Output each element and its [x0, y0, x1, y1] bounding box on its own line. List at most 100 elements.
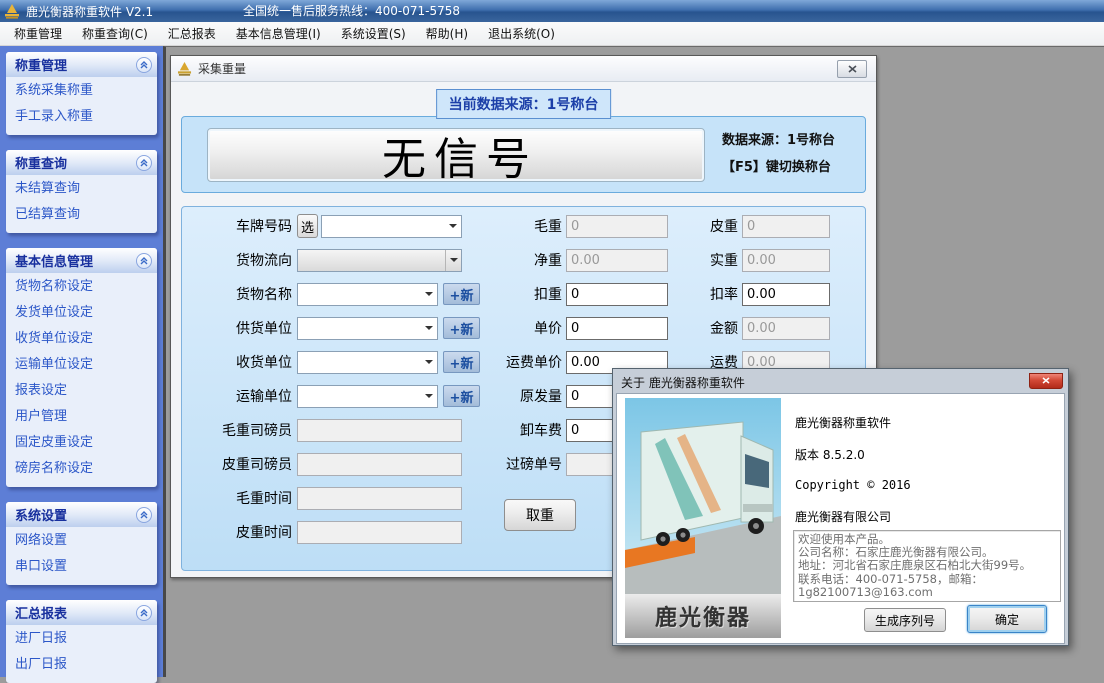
tare-operator-field[interactable]	[297, 453, 462, 476]
field-label: 皮重	[654, 216, 738, 236]
sidebar-group-header[interactable]: 汇总报表	[6, 600, 157, 625]
collapse-chevron-icon[interactable]	[136, 57, 152, 73]
capture-window-titlebar[interactable]: 采集重量	[171, 56, 876, 82]
close-icon[interactable]	[837, 60, 867, 78]
receiver-unit-combo[interactable]	[297, 351, 438, 374]
add-new-goods-button[interactable]: +新	[443, 283, 480, 305]
group-items: 网络设置 串口设置	[6, 527, 157, 585]
collapse-chevron-icon[interactable]	[136, 253, 152, 269]
sidebar-item-goods-name-setting[interactable]: 货物名称设定	[6, 274, 157, 300]
menu-item-system-setting[interactable]: 系统设置(S)	[331, 21, 416, 46]
sidebar-item-report-setting[interactable]: 报表设定	[6, 378, 157, 404]
form-row-transport-unit: 运输单位 +新	[188, 384, 480, 408]
unit-price-field[interactable]	[566, 317, 668, 340]
info-line: 1g82100713@163.com	[798, 586, 1056, 599]
deduct-rate-field[interactable]	[742, 283, 830, 306]
chevron-down-icon[interactable]	[445, 250, 461, 271]
field-label: 毛重	[478, 216, 562, 236]
goods-name-combo[interactable]	[297, 283, 438, 306]
form-row-gross-time: 毛重时间	[188, 486, 480, 510]
sidebar-item-inbound-daily-report[interactable]: 进厂日报	[6, 626, 157, 652]
menu-item-help[interactable]: 帮助(H)	[416, 21, 478, 46]
sidebar-group-basic-info: 基本信息管理 货物名称设定 发货单位设定 收货单位设定 运输单位设定 报表设定 …	[6, 248, 157, 487]
plate-number-combo[interactable]	[321, 215, 462, 238]
generate-serial-button[interactable]: 生成序列号	[864, 608, 946, 632]
sidebar-group-header[interactable]: 称重管理	[6, 52, 157, 77]
menu-item-summary-report[interactable]: 汇总报表	[158, 21, 226, 46]
ok-button[interactable]: 确定	[967, 605, 1047, 633]
transport-unit-combo[interactable]	[297, 385, 438, 408]
actual-weight-field[interactable]	[742, 249, 830, 272]
sidebar-group-header[interactable]: 系统设置	[6, 502, 157, 527]
sidebar-item-receiver-unit-setting[interactable]: 收货单位设定	[6, 326, 157, 352]
field-label: 扣率	[654, 284, 738, 304]
sidebar-group-weigh-manage: 称重管理 系统采集称重 手工录入称重	[6, 52, 157, 135]
close-icon[interactable]	[1029, 373, 1063, 389]
app-titlebar: 鹿光衡器称重软件 V2.1 全国统一售后服务热线：400-071-5758	[0, 0, 1104, 22]
add-new-receiver-button[interactable]: +新	[443, 351, 480, 373]
gross-time-field[interactable]	[297, 487, 462, 510]
collapse-chevron-icon[interactable]	[136, 605, 152, 621]
sidebar-item-sender-unit-setting[interactable]: 发货单位设定	[6, 300, 157, 326]
gross-weight-field[interactable]	[566, 215, 668, 238]
sidebar-item-serial-setting[interactable]: 串口设置	[6, 554, 157, 580]
group-title: 基本信息管理	[15, 251, 93, 270]
form-row-supplier-unit: 供货单位 +新	[188, 316, 480, 340]
group-title: 汇总报表	[15, 603, 67, 622]
menu-item-weigh-query[interactable]: 称重查询(C)	[72, 21, 158, 46]
supplier-unit-combo[interactable]	[297, 317, 438, 340]
sidebar-item-settled-query[interactable]: 已结算查询	[6, 202, 157, 228]
weight-display: 无信号	[207, 128, 705, 182]
hotline-text: 全国统一售后服务热线：400-071-5758	[243, 0, 460, 22]
menu-item-weigh-manage[interactable]: 称重管理	[4, 21, 72, 46]
sidebar-item-transport-unit-setting[interactable]: 运输单位设定	[6, 352, 157, 378]
chevron-down-icon[interactable]	[421, 386, 437, 407]
about-product-name: 鹿光衡器称重软件	[795, 414, 891, 431]
sidebar-item-network-setting[interactable]: 网络设置	[6, 528, 157, 554]
form-row-tare-operator: 皮重司磅员	[188, 452, 480, 476]
sidebar-item-scale-house-setting[interactable]: 磅房名称设定	[6, 456, 157, 482]
sidebar-item-manual-entry-weigh[interactable]: 手工录入称重	[6, 104, 157, 130]
net-weight-field[interactable]	[566, 249, 668, 272]
chevron-down-icon[interactable]	[445, 216, 461, 237]
add-new-supplier-button[interactable]: +新	[443, 317, 480, 339]
sidebar-item-user-manage[interactable]: 用户管理	[6, 404, 157, 430]
field-label: 实重	[654, 250, 738, 270]
app-logo-icon	[177, 62, 192, 76]
select-plate-button[interactable]: 选	[297, 214, 318, 238]
sidebar-item-unsettled-query[interactable]: 未结算查询	[6, 176, 157, 202]
amount-field[interactable]	[742, 317, 830, 340]
tare-weight-field[interactable]	[742, 215, 830, 238]
collapse-chevron-icon[interactable]	[136, 507, 152, 523]
tare-time-field[interactable]	[297, 521, 462, 544]
sidebar-group-system-setting: 系统设置 网络设置 串口设置	[6, 502, 157, 585]
sidebar-group-header[interactable]: 称重查询	[6, 150, 157, 175]
chevron-down-icon[interactable]	[421, 284, 437, 305]
sidebar-item-outbound-daily-report[interactable]: 出厂日报	[6, 652, 157, 678]
sidebar-group-weigh-query: 称重查询 未结算查询 已结算查询	[6, 150, 157, 233]
chevron-down-icon[interactable]	[421, 352, 437, 373]
sidebar-item-system-collect-weigh[interactable]: 系统采集称重	[6, 78, 157, 104]
field-label: 扣重	[478, 284, 562, 304]
switch-scale-hint: 【F5】键切换称台	[722, 154, 835, 181]
menu-item-exit[interactable]: 退出系统(O)	[478, 21, 565, 46]
field-label: 皮重时间	[188, 522, 292, 542]
sidebar-group-header[interactable]: 基本信息管理	[6, 248, 157, 273]
chevron-down-icon[interactable]	[421, 318, 437, 339]
form-row-deduct-weight: 扣重	[478, 282, 676, 306]
deduct-weight-field[interactable]	[566, 283, 668, 306]
sidebar-group-summary-report: 汇总报表 进厂日报 出厂日报	[6, 600, 157, 683]
about-info-box: 欢迎使用本产品。 公司名称：石家庄鹿光衡器有限公司。 地址：河北省石家庄鹿泉区石…	[793, 530, 1061, 602]
goods-flow-dropdown[interactable]	[297, 249, 462, 272]
gross-operator-field[interactable]	[297, 419, 462, 442]
take-weight-button[interactable]: 取重	[504, 499, 576, 531]
menu-item-basic-info[interactable]: 基本信息管理(I)	[226, 21, 331, 46]
field-label: 车牌号码	[188, 216, 292, 236]
collapse-chevron-icon[interactable]	[136, 155, 152, 171]
truck-photo-caption: 鹿光衡器	[625, 594, 781, 638]
form-row-tare-weight: 皮重	[654, 214, 844, 238]
source-line: 数据来源：1号称台	[722, 127, 835, 154]
sidebar-item-fixed-tare-setting[interactable]: 固定皮重设定	[6, 430, 157, 456]
about-dialog-titlebar[interactable]: 关于 鹿光衡器称重软件	[616, 372, 1065, 393]
add-new-transport-button[interactable]: +新	[443, 385, 480, 407]
